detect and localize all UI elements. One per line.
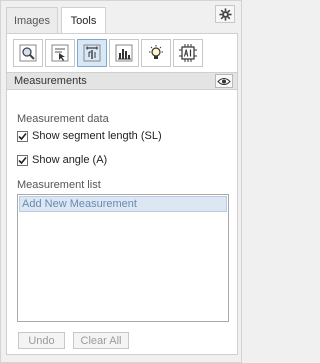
settings-button[interactable] (215, 5, 235, 23)
tab-images-label: Images (13, 14, 51, 27)
ai-tool-button[interactable] (173, 39, 203, 67)
measure-tool-icon (83, 44, 101, 62)
measurement-data-label: Measurement data (17, 113, 109, 125)
tools-panel: Measurements Measurement data Show segme… (6, 33, 238, 355)
checkbox-box (17, 154, 28, 166)
histogram-tool-button[interactable] (109, 39, 139, 67)
measurement-list[interactable]: Add New Measurement (17, 194, 229, 322)
checkbox-box (17, 130, 28, 142)
zoom-tool-button[interactable] (13, 39, 43, 67)
checkmark-icon (18, 132, 27, 140)
tab-tools-label: Tools (70, 15, 97, 27)
ai-chip-icon (179, 44, 197, 62)
measure-tool-button[interactable] (77, 39, 107, 67)
clear-all-button[interactable]: Clear All (73, 332, 129, 349)
show-angle-label: Show angle (A) (32, 154, 108, 166)
measurement-list-label: Measurement list (17, 179, 101, 191)
tab-tools[interactable]: Tools (61, 7, 106, 34)
clear-all-button-label: Clear All (80, 334, 122, 347)
checkmark-icon (18, 156, 27, 164)
show-angle-checkbox[interactable]: Show angle (A) (17, 154, 107, 166)
lightbulb-icon (149, 45, 163, 59)
magnifier-icon (19, 44, 37, 62)
select-tool-button[interactable] (45, 39, 75, 67)
enhance-tool-button[interactable] (141, 39, 171, 67)
undo-button-label: Undo (28, 334, 55, 347)
show-segment-length-label: Show segment length (SL) (32, 130, 162, 142)
section-title: Measurements (14, 75, 87, 87)
tools-pane: Images Tools Measurements Measurement da… (0, 0, 242, 363)
visibility-toggle-button[interactable] (215, 74, 233, 88)
show-segment-length-checkbox[interactable]: Show segment length (SL) (17, 130, 162, 142)
tool-strip (13, 39, 205, 67)
select-tool-icon (51, 44, 69, 62)
list-item-add-new-measurement[interactable]: Add New Measurement (19, 196, 227, 212)
gear-icon (218, 7, 232, 21)
undo-button[interactable]: Undo (18, 332, 65, 349)
eye-icon (217, 77, 231, 85)
tab-bar: Images Tools (1, 1, 241, 34)
tab-images[interactable]: Images (6, 7, 58, 33)
histogram-icon (115, 44, 133, 62)
measurements-section-header: Measurements (7, 72, 237, 90)
